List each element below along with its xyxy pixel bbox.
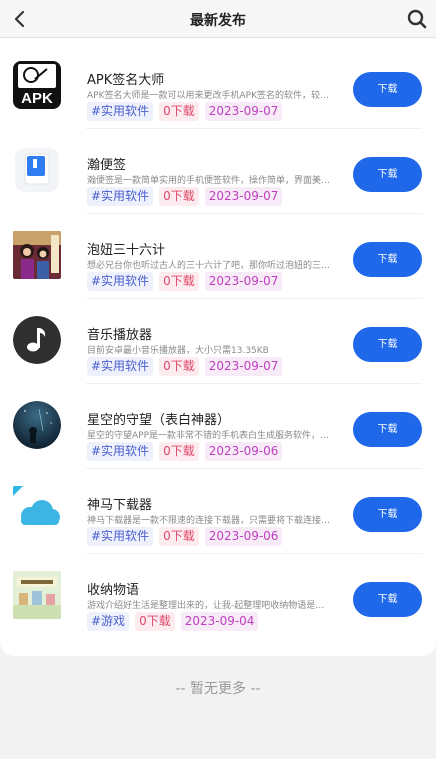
date-badge: 2023-09-07 (204, 102, 283, 121)
date-badge: 2023-09-07 (204, 187, 283, 206)
list-item[interactable]: 神马下载器 神马下载器是一款不限速的连接下载器，只需要将下载连接… #实用软件 … (0, 469, 436, 554)
category-tag[interactable]: #实用软件 (87, 102, 154, 121)
app-name: 瀚便签 (87, 158, 127, 173)
category-tag[interactable]: #实用软件 (87, 187, 154, 206)
app-description: 神马下载器是一款不限速的连接下载器，只需要将下载连接… (87, 516, 331, 526)
download-count-badge: 0下载 (159, 442, 199, 461)
app-description: APK签名大师是一款可以用来更改手机APK签名的软件，较… (87, 91, 329, 101)
list-item[interactable]: 泡妞三十六计 想必兄台你也听过古人的三十六计了吧，那你听过泡妞的三… #实用软件… (0, 214, 436, 299)
download-button[interactable]: 下载 (353, 412, 422, 447)
date-badge: 2023-09-06 (204, 442, 283, 461)
list-item[interactable]: 瀚便签 瀚便签是一款简单实用的手机便签软件，操作简单，界面美… #实用软件 0下… (0, 129, 436, 214)
app-name: APK签名大师 (87, 73, 165, 88)
cloud-icon (13, 486, 61, 534)
date-badge: 2023-09-06 (204, 527, 283, 546)
category-tag[interactable]: #实用软件 (87, 527, 154, 546)
app-description: 星空的守望APP是一款非常不错的手机表白生成服务软件，… (87, 431, 330, 441)
download-count-badge: 0下载 (159, 102, 199, 121)
book-cover-icon (13, 231, 61, 279)
music-note-icon (13, 316, 61, 364)
download-button[interactable]: 下载 (353, 157, 422, 192)
download-button[interactable]: 下载 (353, 497, 422, 532)
app-name: 音乐播放器 (87, 328, 153, 343)
app-list: APK APK签名大师 APK签名大师是一款可以用来更改手机APK签名的软件，较… (0, 38, 436, 656)
download-count-badge: 0下载 (135, 612, 175, 631)
app-description: 目前安卓最小音乐播放器，大小只需13.35KB (87, 346, 269, 356)
note-icon (13, 146, 61, 194)
category-tag[interactable]: #游戏 (87, 612, 130, 631)
top-bar: 最新发布 (0, 0, 436, 38)
category-tag[interactable]: #实用软件 (87, 357, 154, 376)
download-button[interactable]: 下载 (353, 72, 422, 107)
category-tag[interactable]: #实用软件 (87, 442, 154, 461)
category-tag[interactable]: #实用软件 (87, 272, 154, 291)
list-item[interactable]: 收纳物语 游戏介绍好生活是整理出来的，让我-起整理吧收纳物语是… #游戏 0下载… (0, 554, 436, 639)
apk-icon: APK (13, 61, 61, 109)
list-item[interactable]: APK APK签名大师 APK签名大师是一款可以用来更改手机APK签名的软件，较… (0, 44, 436, 129)
starry-sky-icon (13, 401, 61, 449)
app-name: 神马下载器 (87, 498, 153, 513)
download-count-badge: 0下载 (159, 357, 199, 376)
app-name: 收纳物语 (87, 583, 140, 598)
app-description: 瀚便签是一款简单实用的手机便签软件，操作简单，界面美… (87, 176, 331, 186)
date-badge: 2023-09-07 (204, 272, 283, 291)
date-badge: 2023-09-04 (180, 612, 259, 631)
download-count-badge: 0下载 (159, 187, 199, 206)
list-item[interactable]: 星空的守望（表白神器） 星空的守望APP是一款非常不错的手机表白生成服务软件，…… (0, 384, 436, 469)
list-item[interactable]: 音乐播放器 目前安卓最小音乐播放器，大小只需13.35KB #实用软件 0下载 … (0, 299, 436, 384)
download-button[interactable]: 下载 (353, 327, 422, 362)
game-cover-icon (13, 571, 61, 619)
date-badge: 2023-09-07 (204, 357, 283, 376)
no-more-indicator: -- 暂无更多 -- (175, 681, 261, 697)
svg-text:APK: APK (21, 90, 53, 107)
app-description: 游戏介绍好生活是整理出来的，让我-起整理吧收纳物语是… (87, 601, 325, 611)
page-title: 最新发布 (190, 13, 246, 29)
app-name: 星空的守望（表白神器） (87, 413, 231, 428)
download-count-badge: 0下载 (159, 272, 199, 291)
search-icon (407, 9, 427, 29)
download-count-badge: 0下载 (159, 527, 199, 546)
app-description: 想必兄台你也听过古人的三十六计了吧，那你听过泡妞的三… (87, 261, 331, 271)
download-button[interactable]: 下载 (353, 242, 422, 277)
search-button[interactable] (404, 6, 430, 32)
download-button[interactable]: 下载 (353, 582, 422, 617)
app-name: 泡妞三十六计 (87, 243, 166, 258)
